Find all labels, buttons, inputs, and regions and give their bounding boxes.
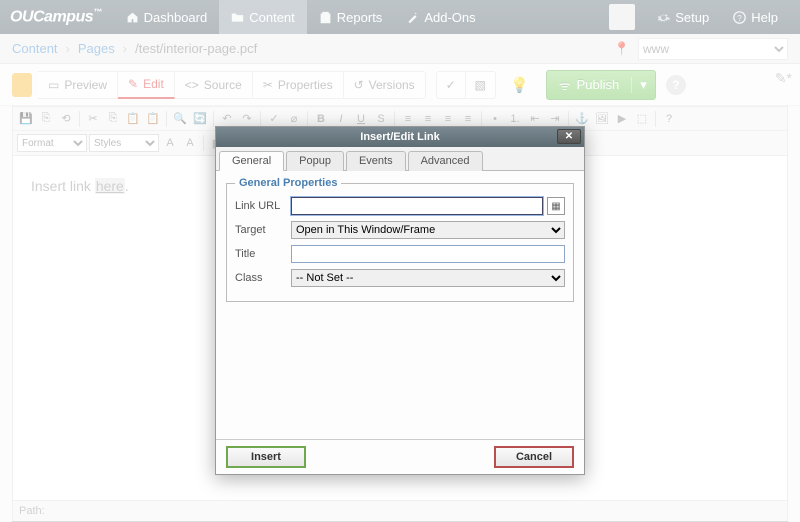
dialog-footer: Insert Cancel [216,439,584,474]
title-label: Title [235,248,291,260]
close-icon: ✕ [565,131,573,142]
modal-overlay: Insert/Edit Link ✕ General Popup Events … [0,0,800,521]
tab-popup[interactable]: Popup [286,151,344,171]
class-label: Class [235,272,291,284]
target-label: Target [235,224,291,236]
dialog-titlebar[interactable]: Insert/Edit Link ✕ [216,127,584,147]
class-select[interactable]: -- Not Set -- [291,269,565,287]
browse-button[interactable]: ▦ [547,197,565,215]
title-input[interactable] [291,245,565,263]
target-select[interactable]: Open in This Window/Frame [291,221,565,239]
insert-link-dialog: Insert/Edit Link ✕ General Popup Events … [215,126,585,475]
cancel-button[interactable]: Cancel [494,446,574,468]
dialog-tabs: General Popup Events Advanced [216,147,584,171]
tab-events[interactable]: Events [346,151,406,171]
tab-advanced[interactable]: Advanced [408,151,483,171]
insert-button[interactable]: Insert [226,446,306,468]
tab-general[interactable]: General [219,151,284,171]
dialog-title: Insert/Edit Link [360,131,439,143]
fieldset-legend: General Properties [235,177,341,189]
url-input[interactable] [291,197,543,215]
close-button[interactable]: ✕ [557,129,581,144]
grid-icon: ▦ [551,201,560,212]
url-label: Link URL [235,200,291,212]
general-properties-fieldset: General Properties Link URL ▦ Target Ope… [226,177,574,302]
